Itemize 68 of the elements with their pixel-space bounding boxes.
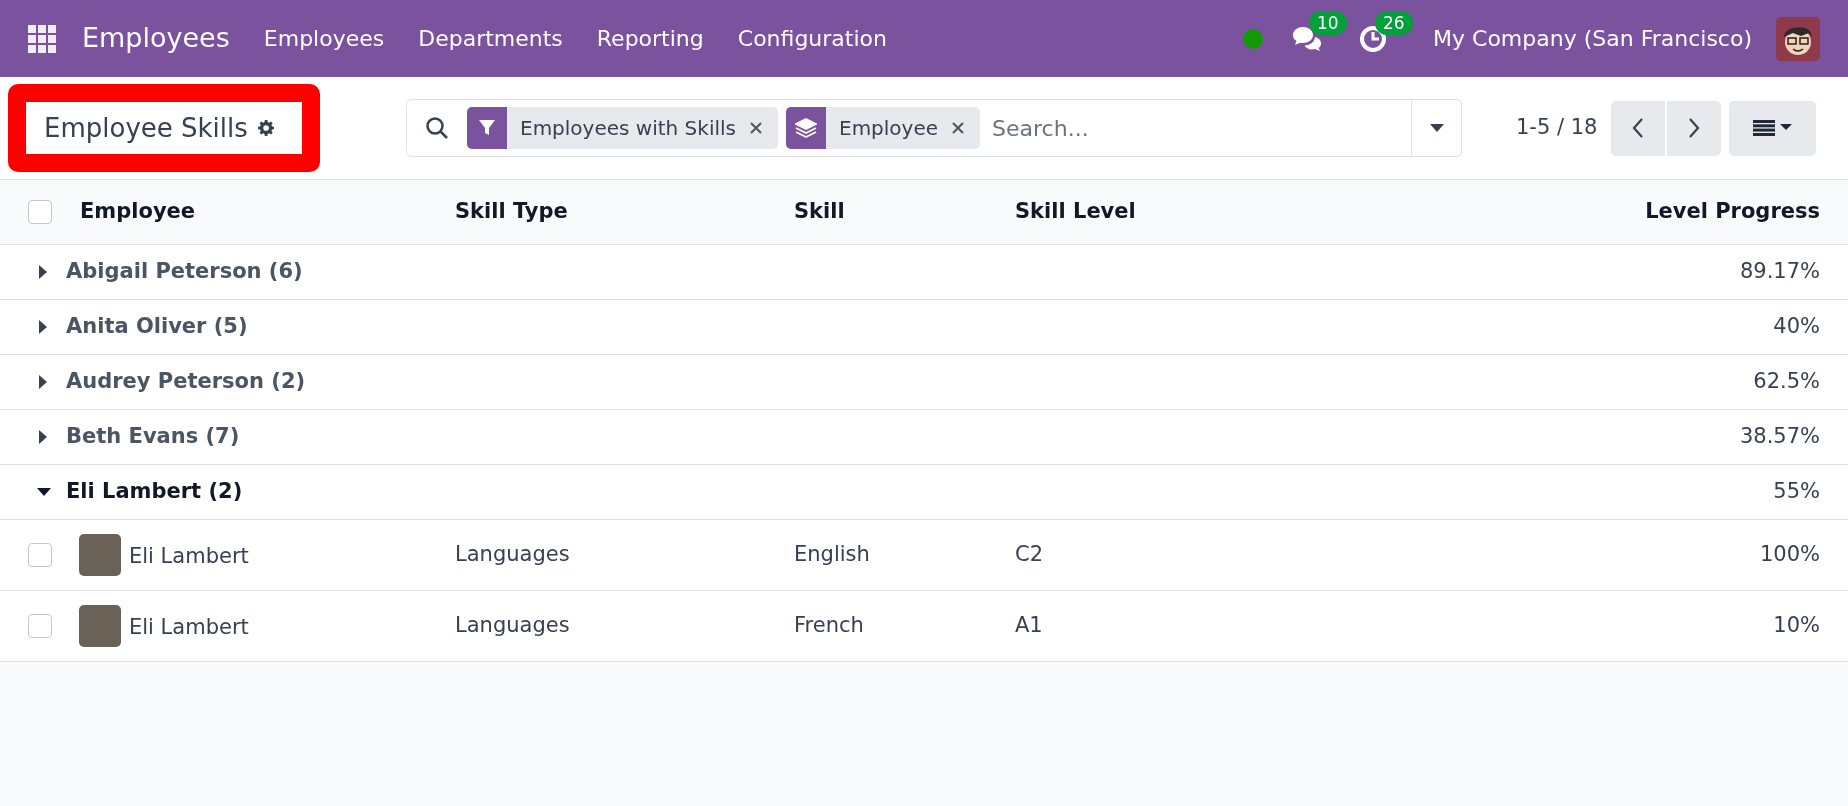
table-cell-text: Eli Lambert	[129, 614, 249, 642]
group-label: Abigail Peterson (6)	[66, 258, 304, 286]
select-all-checkbox[interactable]	[28, 200, 52, 224]
caret-right-icon	[38, 429, 48, 445]
status-dot-icon	[1243, 28, 1264, 49]
table-cell-text: Eli Lambert	[129, 543, 249, 571]
user-avatar-icon[interactable]	[1776, 16, 1820, 61]
table-cell-text: French	[794, 612, 865, 640]
caret-down-icon	[36, 487, 52, 497]
avatar-photo-placeholder	[79, 534, 121, 576]
group-row[interactable]: Eli Lambert (2) 55%	[0, 465, 1848, 520]
close-icon	[952, 122, 965, 134]
menu-item[interactable]: Configuration	[737, 22, 887, 55]
filter-facet[interactable]: Employee	[786, 107, 981, 149]
table-cell-text: 10%	[1772, 612, 1820, 640]
group-progress: 38.57%	[1739, 423, 1820, 451]
group-label: Eli Lambert (2)	[66, 478, 244, 506]
group-row[interactable]: Anita Oliver (5) 40%	[0, 300, 1848, 355]
caret-right-icon	[38, 374, 48, 390]
caret-right-icon	[38, 264, 48, 280]
table-cell-text: English	[794, 541, 871, 569]
settings-icon[interactable]	[257, 118, 274, 138]
layers-icon	[795, 118, 817, 138]
close-icon	[750, 122, 762, 134]
filter-facet[interactable]: Employees with Skills	[467, 107, 778, 149]
table-cell-text: 100%	[1758, 541, 1820, 569]
app-title[interactable]: Employees	[82, 18, 230, 59]
menu-item[interactable]: Reporting	[596, 22, 704, 55]
group-row[interactable]: Beth Evans (7) 38.57%	[0, 410, 1848, 465]
count-badge: 10	[1309, 10, 1347, 35]
company-switcher[interactable]: My Company (San Francisco)	[1433, 22, 1752, 55]
menu-item[interactable]: Departments	[418, 22, 563, 55]
column-header[interactable]: Employee	[80, 196, 455, 228]
caret-right-icon	[38, 319, 48, 335]
menu-item[interactable]: Employees	[263, 22, 385, 55]
avatar-photo-placeholder	[79, 605, 121, 647]
group-row[interactable]: Audrey Peterson (2) 62.5%	[0, 355, 1848, 410]
group-progress: 89.17%	[1739, 258, 1820, 286]
pager-value[interactable]: 1-5 / 18	[1516, 112, 1598, 144]
column-header[interactable]: Skill Type	[455, 196, 794, 228]
table-cell-text: Languages	[455, 612, 571, 640]
group-label: Audrey Peterson (2)	[66, 368, 307, 396]
facet-label: Employees with Skills	[519, 115, 737, 142]
count-badge: 26	[1375, 10, 1413, 35]
group-progress: 40%	[1773, 313, 1820, 341]
table-cell-text: A1	[1015, 612, 1044, 640]
page-title: Employee Skills	[44, 111, 248, 145]
column-header[interactable]: Level Progress	[1520, 196, 1820, 228]
group-progress: 55%	[1773, 478, 1820, 506]
table-cell-text: Languages	[455, 541, 571, 569]
group-label: Anita Oliver (5)	[66, 313, 249, 341]
facet-label: Employee	[838, 115, 940, 142]
column-header[interactable]: Skill Level	[1015, 196, 1520, 228]
app-grid-icon[interactable]	[28, 24, 56, 53]
table-cell-text: C2	[1015, 541, 1045, 569]
search-field[interactable]: Search...	[988, 100, 1411, 156]
dropdown-caret-icon[interactable]	[1429, 124, 1444, 132]
search-icon[interactable]	[425, 116, 449, 140]
row-checkbox[interactable]	[28, 614, 52, 638]
group-row[interactable]: Abigail Peterson (6) 89.17%	[0, 245, 1848, 300]
list-view-button[interactable]	[1729, 100, 1817, 156]
group-progress: 62.5%	[1753, 368, 1820, 396]
funnel-icon	[478, 119, 496, 137]
group-label: Beth Evans (7)	[66, 423, 241, 451]
list-view-icon	[1752, 120, 1793, 136]
search-bar[interactable]: Employees with Skills Employee Search...	[406, 99, 1462, 157]
column-header[interactable]: Skill	[794, 196, 1015, 228]
row-checkbox[interactable]	[28, 543, 52, 567]
